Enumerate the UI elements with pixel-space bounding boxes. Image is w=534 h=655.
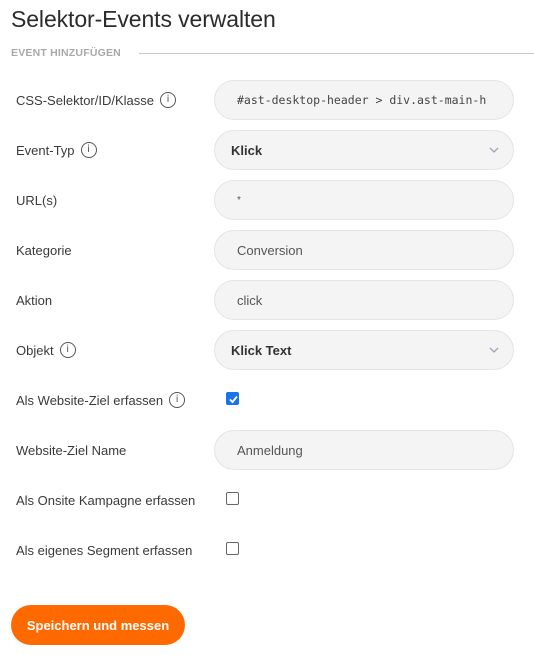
event-type-value: Klick <box>231 142 263 158</box>
section-title: EVENT HINZUFÜGEN <box>11 47 121 59</box>
css-selector-label: CSS-Selektor/ID/Klasse <box>16 92 154 108</box>
css-selector-row: CSS-Selektor/ID/Klasse i #ast-desktop-he… <box>0 80 534 120</box>
website-goal-label: Als Website-Ziel erfassen <box>16 392 164 408</box>
website-goal-name-label-wrap: Website-Ziel Name <box>16 430 126 470</box>
info-icon[interactable]: i <box>160 92 176 108</box>
onsite-campaign-label: Als Onsite Kampagne erfassen <box>16 492 196 508</box>
chevron-down-icon <box>489 347 499 353</box>
page-title: Selektor-Events verwalten <box>11 6 276 32</box>
category-input[interactable]: Conversion <box>214 230 514 270</box>
website-goal-name-label: Website-Ziel Name <box>16 442 127 458</box>
urls-label: URL(s) <box>16 192 58 208</box>
category-label-wrap: Kategorie <box>16 230 72 270</box>
info-icon[interactable]: i <box>169 392 186 408</box>
css-selector-value: #ast-desktop-header > div.ast-main-h <box>237 93 487 107</box>
website-goal-checkbox[interactable] <box>226 392 239 405</box>
category-label: Kategorie <box>16 242 72 258</box>
action-input[interactable]: click <box>214 280 514 320</box>
category-value: Conversion <box>237 242 303 258</box>
action-label: Aktion <box>16 292 53 308</box>
event-type-label-wrap: Event-Typ i <box>16 130 97 170</box>
event-type-row: Event-Typ i Klick <box>0 130 534 170</box>
website-goal-name-input[interactable]: Anmeldung <box>214 430 514 470</box>
onsite-campaign-label-wrap: Als Onsite Kampagne erfassen <box>16 480 195 520</box>
section-header: EVENT HINZUFÜGEN <box>11 47 534 59</box>
object-label-wrap: Objekt i <box>16 330 76 370</box>
info-icon[interactable]: i <box>59 342 76 358</box>
urls-value: * <box>237 194 241 206</box>
event-type-select[interactable]: Klick <box>214 130 514 170</box>
css-selector-input[interactable]: #ast-desktop-header > div.ast-main-h <box>214 80 514 120</box>
object-select[interactable]: Klick Text <box>214 330 514 370</box>
action-value: click <box>237 292 263 308</box>
info-icon[interactable]: i <box>80 142 97 158</box>
urls-label-wrap: URL(s) <box>16 180 57 220</box>
save-and-measure-button[interactable]: Speichern und messen <box>11 605 185 645</box>
website-goal-name-row: Website-Ziel Name Anmeldung <box>0 430 534 470</box>
website-goal-label-wrap: Als Website-Ziel erfassen i <box>16 380 186 420</box>
action-row: Aktion click <box>0 280 534 320</box>
own-segment-checkbox[interactable] <box>226 542 239 555</box>
css-selector-label-wrap: CSS-Selektor/ID/Klasse i <box>16 80 176 120</box>
onsite-campaign-row: Als Onsite Kampagne erfassen <box>0 480 534 520</box>
object-row: Objekt i Klick Text <box>0 330 534 370</box>
urls-input[interactable]: * <box>214 180 514 220</box>
own-segment-label-wrap: Als eigenes Segment erfassen <box>16 530 192 570</box>
onsite-campaign-checkbox[interactable] <box>226 492 239 505</box>
object-label: Objekt <box>16 342 54 358</box>
category-row: Kategorie Conversion <box>0 230 534 270</box>
website-goal-row: Als Website-Ziel erfassen i <box>0 380 534 420</box>
urls-row: URL(s) * <box>0 180 534 220</box>
website-goal-name-value: Anmeldung <box>237 442 303 458</box>
action-label-wrap: Aktion <box>16 280 52 320</box>
event-type-label: Event-Typ <box>16 142 75 158</box>
own-segment-label: Als eigenes Segment erfassen <box>16 542 193 558</box>
chevron-down-icon <box>489 147 499 153</box>
own-segment-row: Als eigenes Segment erfassen <box>0 530 534 570</box>
checkmark-icon <box>229 395 238 404</box>
section-divider <box>138 52 534 54</box>
object-value: Klick Text <box>231 342 292 358</box>
